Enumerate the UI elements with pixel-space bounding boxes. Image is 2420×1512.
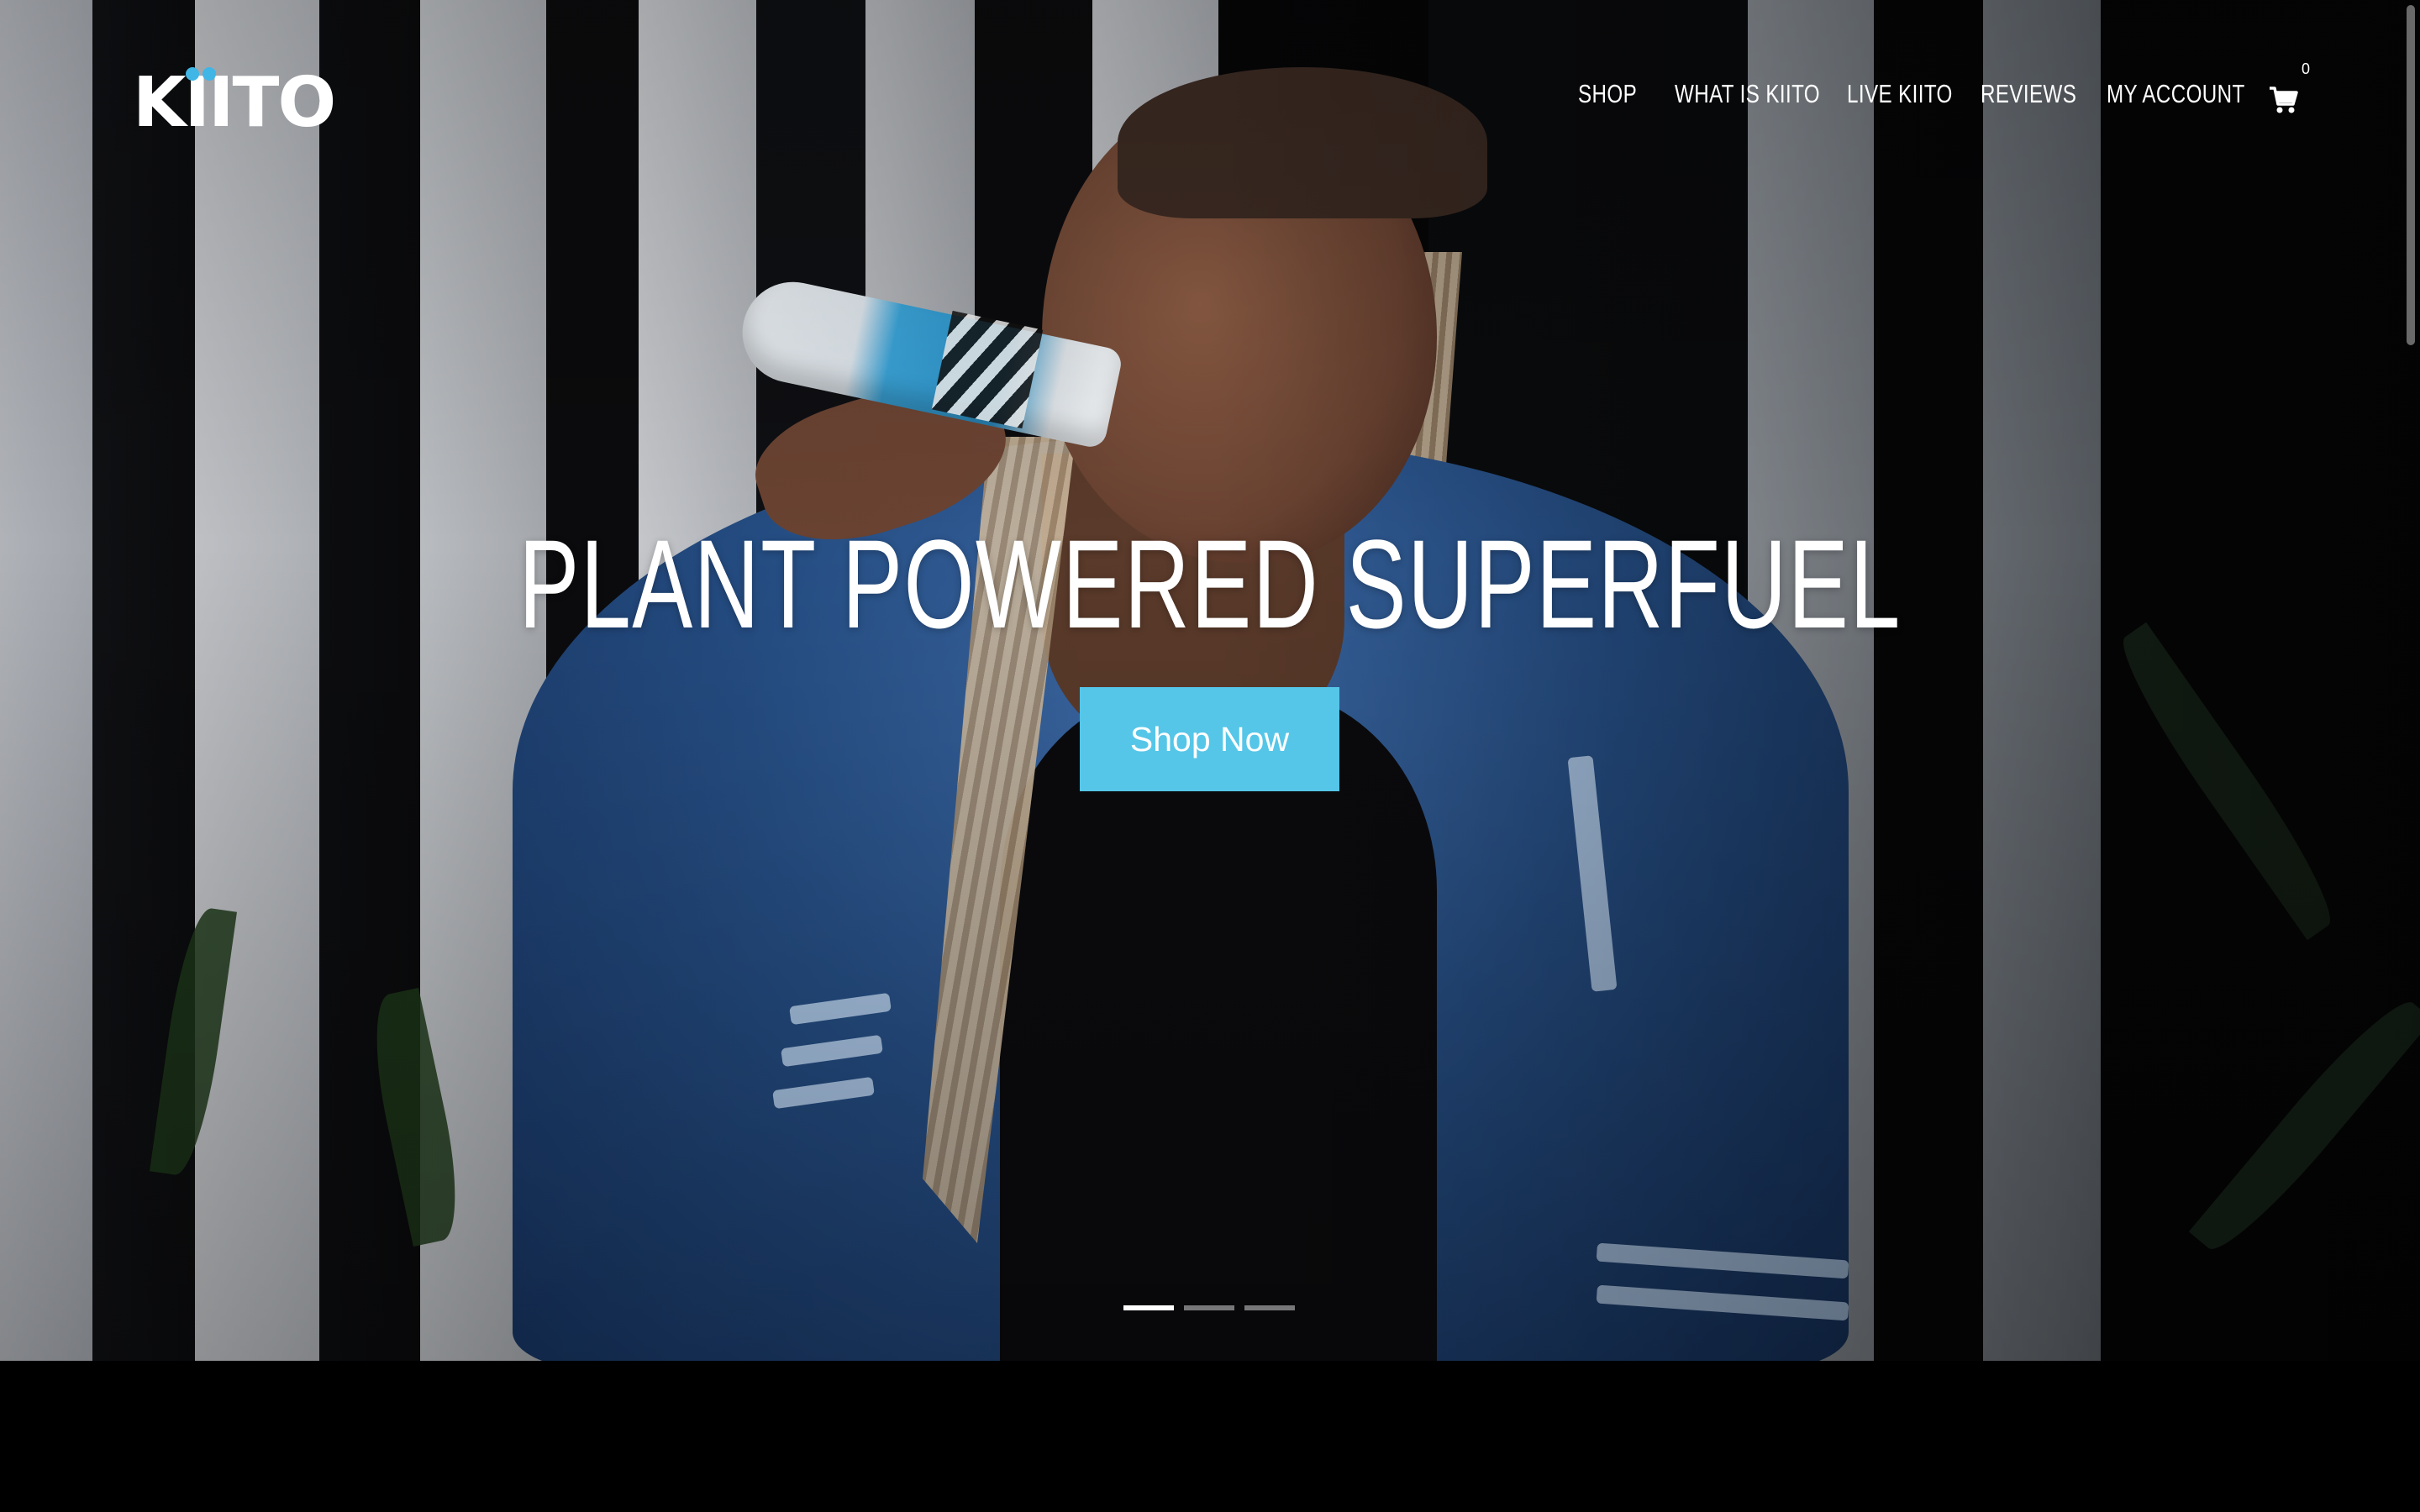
slide-indicator-2[interactable] bbox=[1184, 1305, 1234, 1310]
slide-indicator-1[interactable] bbox=[1123, 1305, 1174, 1310]
cart-count-badge: 0 bbox=[2302, 60, 2311, 77]
shopping-cart-icon[interactable] bbox=[2269, 86, 2299, 114]
nav-live-kiito[interactable]: LIVE KIITO bbox=[1847, 79, 1953, 109]
kiito-logo[interactable]: KIITO bbox=[133, 66, 336, 141]
slider-pagination bbox=[1123, 1305, 1295, 1310]
nav-my-account[interactable]: MY ACCOUNT bbox=[2107, 79, 2245, 109]
site-header: KIITO SHOP WHAT IS KIITO LIVE KIITO REVI… bbox=[0, 0, 2420, 202]
nav-what-is-kiito[interactable]: WHAT IS KIITO bbox=[1675, 79, 1820, 109]
hero-overlay bbox=[0, 0, 2420, 1361]
hero-headline: PLANT POWERED SUPERFUEL bbox=[518, 513, 1902, 654]
nav-shop[interactable]: SHOP bbox=[1578, 79, 1637, 109]
nav-reviews[interactable]: REVIEWS bbox=[1981, 79, 2076, 109]
hero-banner: PLANT POWERED SUPERFUEL Shop Now bbox=[0, 0, 2420, 1361]
shop-now-button[interactable]: Shop Now bbox=[1080, 687, 1339, 791]
below-hero-section bbox=[0, 1361, 2420, 1512]
slide-indicator-3[interactable] bbox=[1244, 1305, 1295, 1310]
scrollbar-thumb[interactable] bbox=[2407, 5, 2415, 345]
